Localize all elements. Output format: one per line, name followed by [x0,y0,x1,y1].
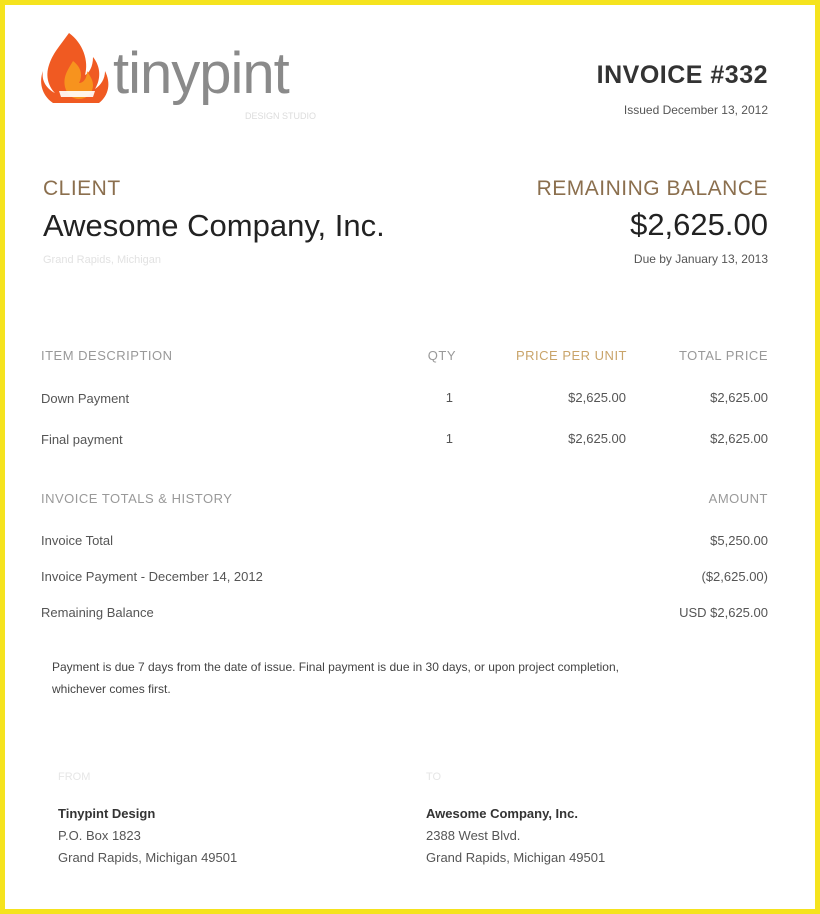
invoice-issued-date: Issued December 13, 2012 [623,103,768,117]
item-row-total: $2,625.00 [710,390,768,405]
payment-terms-line: whichever comes first. [52,682,171,696]
item-row-price: $2,625.00 [568,390,626,405]
history-row-label: Remaining Balance [41,605,154,620]
item-row-qty: 1 [445,390,453,405]
to-address-line: Grand Rapids, Michigan 49501 [426,850,606,865]
brand-name: tinypint [113,41,290,106]
from-label: FROM [58,771,91,783]
amount-header: AMOUNT [708,491,768,506]
history-row-label: Invoice Payment - December 14, 2012 [41,569,263,584]
item-description-header: ITEM DESCRIPTION [41,348,173,363]
client-name: Awesome Company, Inc. [43,208,385,243]
flame-logo-icon [41,33,109,103]
to-label: TO [426,771,442,783]
item-row-qty: 1 [445,431,453,446]
invoice-page: tinypint DESIGN STUDIO INVOICE #332 Issu… [0,0,820,914]
balance-label: REMAINING BALANCE [536,177,768,200]
history-row-amount: USD $2,625.00 [679,605,768,620]
history-row-label: Invoice Total [41,533,114,548]
item-row-description: Down Payment [41,391,130,406]
to-address-line: 2388 West Blvd. [426,828,521,843]
item-row-price: $2,625.00 [568,431,626,446]
item-row-description: Final payment [41,432,123,447]
brand-tagline: DESIGN STUDIO [245,111,317,121]
client-subtitle: Grand Rapids, Michigan [43,254,162,266]
from-address-line: P.O. Box 1823 [58,828,141,843]
balance-due-date: Due by January 13, 2013 [633,252,768,266]
total-price-header: TOTAL PRICE [678,348,768,363]
history-header: INVOICE TOTALS & HISTORY [41,491,233,506]
from-address-line: Grand Rapids, Michigan 49501 [58,850,238,865]
qty-header: QTY [427,348,456,363]
payment-terms-line: Payment is due 7 days from the date of i… [52,660,619,674]
price-per-unit-header: PRICE PER UNIT [515,348,627,363]
from-name: Tinypint Design [58,806,156,821]
invoice-title: INVOICE #332 [596,61,768,89]
client-label: CLIENT [43,177,121,200]
to-name: Awesome Company, Inc. [426,806,578,821]
history-row-amount: ($2,625.00) [701,569,769,584]
balance-amount: $2,625.00 [630,207,768,242]
item-row-total: $2,625.00 [710,431,768,446]
history-row-amount: $5,250.00 [710,533,768,548]
